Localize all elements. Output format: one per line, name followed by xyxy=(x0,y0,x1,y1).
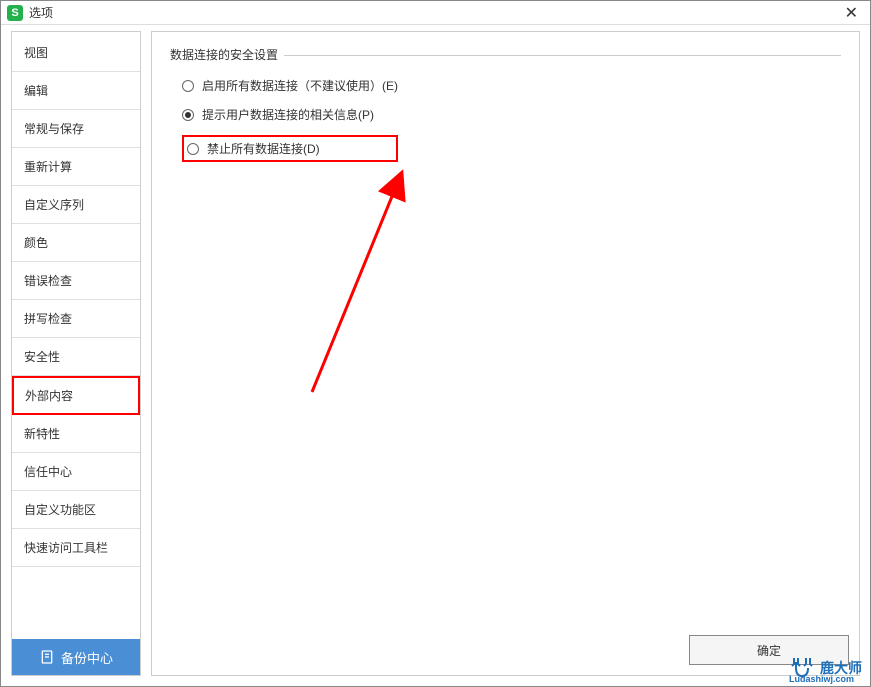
sidebar-item-trust-center[interactable]: 信任中心 xyxy=(12,453,140,491)
radio-enable-all[interactable]: 启用所有数据连接（不建议使用）(E) xyxy=(182,77,841,94)
radio-disable-all[interactable]: 禁止所有数据连接(D) xyxy=(182,135,398,162)
close-icon[interactable]: ✕ xyxy=(839,3,864,23)
options-window: S 选项 ✕ 视图 编辑 常规与保存 重新计算 自定义序列 颜色 错误检查 拼写… xyxy=(0,0,871,687)
watermark: 鹿大师 Ludashiwj.com xyxy=(788,656,862,680)
sidebar-item-quick-access-toolbar[interactable]: 快速访问工具栏 xyxy=(12,529,140,567)
sidebar-item-recalculate[interactable]: 重新计算 xyxy=(12,148,140,186)
backup-center-button[interactable]: 备份中心 xyxy=(12,639,140,675)
radio-label: 启用所有数据连接（不建议使用）(E) xyxy=(202,77,398,94)
radio-prompt-user[interactable]: 提示用户数据连接的相关信息(P) xyxy=(182,106,841,123)
sidebar-item-external-content[interactable]: 外部内容 xyxy=(12,376,140,415)
radio-group: 启用所有数据连接（不建议使用）(E) 提示用户数据连接的相关信息(P) 禁止所有… xyxy=(170,63,841,162)
sidebar-item-custom-ribbon[interactable]: 自定义功能区 xyxy=(12,491,140,529)
sidebar-item-custom-sequence[interactable]: 自定义序列 xyxy=(12,186,140,224)
body-area: 视图 编辑 常规与保存 重新计算 自定义序列 颜色 错误检查 拼写检查 安全性 … xyxy=(11,31,860,676)
group-title: 数据连接的安全设置 xyxy=(170,46,284,63)
sidebar-item-general-save[interactable]: 常规与保存 xyxy=(12,110,140,148)
sidebar-item-view[interactable]: 视图 xyxy=(12,34,140,72)
radio-label: 提示用户数据连接的相关信息(P) xyxy=(202,106,374,123)
radio-icon xyxy=(187,143,199,155)
watermark-url: Ludashiwj.com xyxy=(789,674,854,684)
radio-icon xyxy=(182,109,194,121)
sidebar: 视图 编辑 常规与保存 重新计算 自定义序列 颜色 错误检查 拼写检查 安全性 … xyxy=(11,31,141,676)
app-icon: S xyxy=(7,5,23,21)
sidebar-item-security[interactable]: 安全性 xyxy=(12,338,140,376)
radio-icon xyxy=(182,80,194,92)
sidebar-item-color[interactable]: 颜色 xyxy=(12,224,140,262)
security-settings-group: 数据连接的安全设置 启用所有数据连接（不建议使用）(E) 提示用户数据连接的相关… xyxy=(170,46,841,162)
content-panel: 数据连接的安全设置 启用所有数据连接（不建议使用）(E) 提示用户数据连接的相关… xyxy=(151,31,860,676)
sidebar-item-spell-check[interactable]: 拼写检查 xyxy=(12,300,140,338)
app-icon-letter: S xyxy=(11,7,18,19)
sidebar-item-new-features[interactable]: 新特性 xyxy=(12,415,140,453)
backup-label: 备份中心 xyxy=(61,648,113,667)
radio-label: 禁止所有数据连接(D) xyxy=(207,140,320,157)
annotation-arrow-icon xyxy=(302,162,442,402)
titlebar: S 选项 ✕ xyxy=(1,1,870,25)
radio-dot-icon xyxy=(185,112,191,118)
backup-icon xyxy=(39,649,55,665)
window-title: 选项 xyxy=(29,4,53,21)
ok-label: 确定 xyxy=(757,642,781,659)
sidebar-item-error-check[interactable]: 错误检查 xyxy=(12,262,140,300)
sidebar-item-edit[interactable]: 编辑 xyxy=(12,72,140,110)
